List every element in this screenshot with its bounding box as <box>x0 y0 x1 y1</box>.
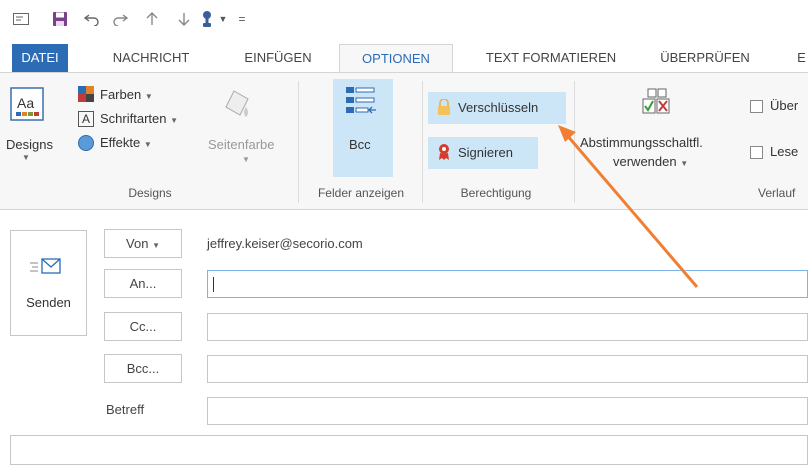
to-button[interactable]: An... <box>104 269 182 298</box>
bcc-input[interactable] <box>207 355 808 383</box>
tab-einfuegen[interactable]: EINFÜGEN <box>230 44 326 72</box>
effekte-button[interactable]: Effekte ▼ <box>100 135 152 150</box>
ribbon: Aa Designs ▼ Farben ▼ A Schriftarten ▼ E… <box>0 72 808 210</box>
tab-ueberpruefen[interactable]: ÜBERPRÜFEN <box>650 44 760 72</box>
touch-mode-icon[interactable] <box>198 9 216 29</box>
verschluesseln-label: Verschlüsseln <box>458 100 539 115</box>
cc-input[interactable] <box>207 313 808 341</box>
save-icon[interactable] <box>50 9 70 29</box>
effekte-icon <box>78 135 94 151</box>
arrow-up-icon[interactable] <box>144 9 160 29</box>
send-mail-icon <box>28 255 68 279</box>
seitenfarbe-button: Seitenfarbe <box>208 137 275 152</box>
schriftarten-button[interactable]: Schriftarten ▼ <box>100 111 178 126</box>
signieren-label: Signieren <box>458 145 513 160</box>
undo-icon[interactable] <box>82 9 102 29</box>
checkbox-lese[interactable] <box>750 146 763 159</box>
checkbox-ueber[interactable] <box>750 100 763 113</box>
tab-overflow[interactable]: E <box>795 44 808 72</box>
from-button[interactable]: Von ▼ <box>104 229 182 258</box>
cc-button[interactable]: Cc... <box>104 312 182 341</box>
message-body[interactable] <box>10 435 808 465</box>
farben-button[interactable]: Farben ▼ <box>100 87 153 102</box>
from-address: jeffrey.keiser@secorio.com <box>207 236 363 251</box>
to-input[interactable] <box>207 270 808 298</box>
group-label-berechtigung: Berechtigung <box>460 186 532 200</box>
tab-nachricht[interactable]: NACHRICHT <box>92 44 210 72</box>
abstimmung-button-line2[interactable]: verwenden ▼ <box>613 154 688 169</box>
group-separator <box>298 81 299 203</box>
voting-buttons-icon <box>640 87 674 121</box>
schriftarten-icon: A <box>78 111 94 127</box>
svg-text:Aa: Aa <box>17 95 34 111</box>
designs-button-label[interactable]: Designs <box>6 137 53 152</box>
farben-icon <box>78 86 94 102</box>
ribbon-seal-icon <box>437 143 451 161</box>
subject-label: Betreff <box>106 402 145 417</box>
abstimmung-button-line1[interactable]: Abstimmungsschaltfl. <box>580 135 703 150</box>
designs-icon[interactable]: Aa <box>10 87 46 123</box>
text-cursor <box>213 277 214 292</box>
ribbon-tabs: DATEI NACHRICHT EINFÜGEN OPTIONEN TEXT F… <box>0 44 808 73</box>
tab-optionen[interactable]: OPTIONEN <box>339 44 453 73</box>
group-label-verlauf: Verlauf <box>758 186 796 200</box>
group-separator <box>422 81 423 203</box>
send-label: Senden <box>26 295 71 310</box>
arrow-down-icon[interactable] <box>176 9 192 29</box>
group-separator <box>574 81 575 203</box>
seitenfarbe-icon <box>222 87 258 123</box>
window-menu-icon[interactable] <box>12 9 30 29</box>
tab-datei[interactable]: DATEI <box>12 44 68 72</box>
lock-icon <box>437 98 451 115</box>
customize-qat-icon[interactable]: = <box>236 9 248 29</box>
group-label-designs: Designs <box>128 186 172 200</box>
seitenfarbe-dropdown-icon: ▼ <box>242 155 250 164</box>
subject-input[interactable] <box>207 397 808 425</box>
checkbox-lese-label: Lese <box>770 144 799 159</box>
bcc-field-icon <box>344 85 378 119</box>
send-button[interactable]: Senden <box>10 230 87 336</box>
quick-access-toolbar: ▼ = <box>0 0 808 44</box>
bcc-button-label: Bcc <box>349 137 371 152</box>
designs-dropdown-icon[interactable]: ▼ <box>22 153 30 162</box>
dropdown-icon[interactable]: ▼ <box>218 9 228 29</box>
checkbox-ueber-label: Über <box>770 98 799 113</box>
group-label-felder: Felder anzeigen <box>317 186 405 200</box>
redo-icon[interactable] <box>110 9 130 29</box>
bcc-button[interactable]: Bcc... <box>104 354 182 383</box>
tab-text-formatieren[interactable]: TEXT FORMATIEREN <box>470 44 632 72</box>
